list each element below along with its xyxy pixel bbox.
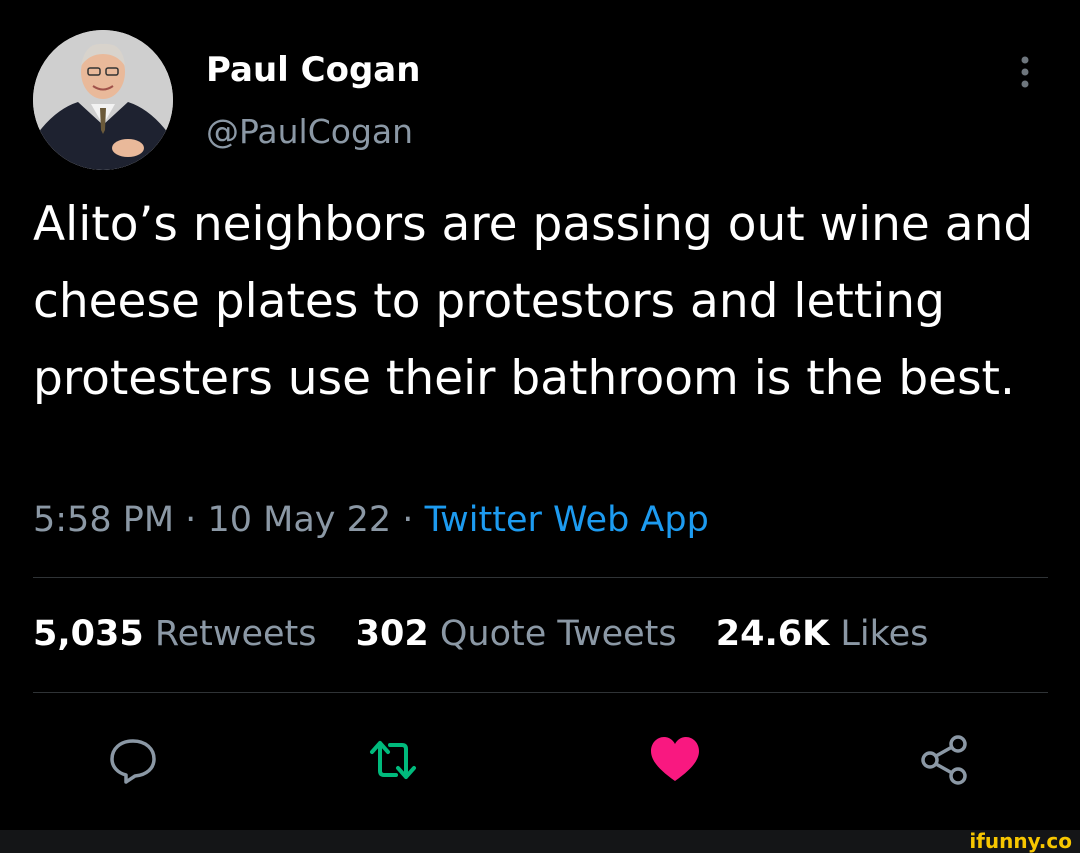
display-name[interactable]: Paul Cogan [206,50,420,90]
likes-stat[interactable]: 24.6K Likes [716,614,929,654]
retweet-arrows-icon [370,741,416,779]
reply-button[interactable] [106,733,160,787]
tweet-stats: 5,035 Retweets 302 Quote Tweets 24.6K Li… [33,614,956,654]
quote-tweets-label: Quote Tweets [439,614,677,654]
footer-bar [0,830,1080,853]
user-handle[interactable]: @PaulCogan [206,112,413,151]
heart-icon [651,737,699,781]
quote-tweets-stat[interactable]: 302 Quote Tweets [356,614,677,654]
ifunny-watermark: ifunny.co [969,829,1072,853]
quote-tweets-count: 302 [355,614,429,654]
share-icon [921,735,967,785]
tweet-time[interactable]: 5:58 PM [33,500,174,540]
tweet-detail: Paul Cogan @PaulCogan Alito’s neighbors … [0,0,1080,830]
retweets-label: Retweets [154,614,317,654]
tweet-source-link[interactable]: Twitter Web App [425,500,709,540]
retweets-stat[interactable]: 5,035 Retweets [33,614,317,654]
likes-count: 24.6K [715,614,830,654]
tweet-text: Alito’s neighbors are passing out wine a… [33,197,1034,406]
retweet-button[interactable] [366,733,420,787]
retweets-count: 5,035 [33,614,144,654]
avatar[interactable] [33,30,173,170]
divider [33,692,1048,693]
tweet-date[interactable]: 10 May 22 [207,500,391,540]
more-options-icon[interactable] [1010,52,1040,92]
reply-bubble-icon [110,739,156,784]
like-button[interactable] [648,733,702,787]
divider [33,577,1048,578]
avatar-photo-icon [33,30,173,170]
share-button[interactable] [918,733,972,787]
meta-separator: · [185,500,197,540]
likes-label: Likes [840,614,929,654]
meta-separator: · [402,500,414,540]
tweet-meta: 5:58 PM · 10 May 22 · Twitter Web App [33,500,709,540]
